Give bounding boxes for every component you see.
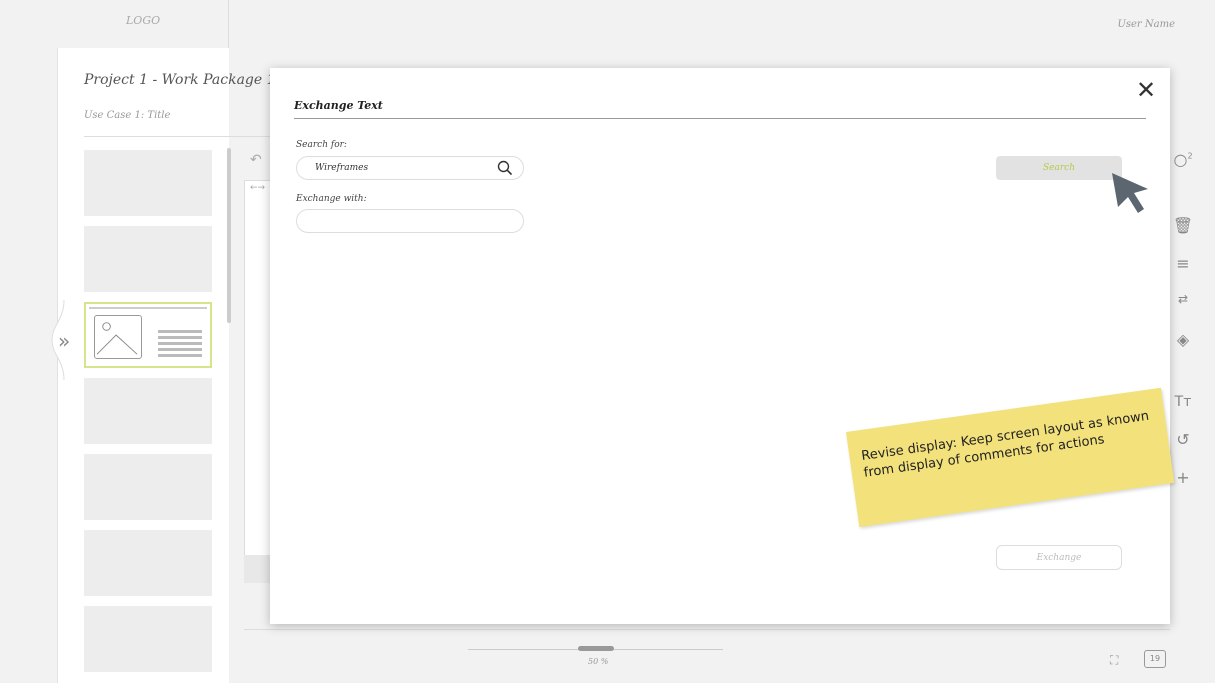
slide-count-icon[interactable]: 19 <box>1144 650 1166 668</box>
slide-thumbnail[interactable] <box>84 606 212 672</box>
slide-thumbnail[interactable] <box>84 226 212 292</box>
paint-bucket-icon[interactable]: ◈ <box>1172 330 1194 349</box>
search-icon[interactable] <box>497 160 513 176</box>
search-for-label: Search for: <box>296 140 347 150</box>
exchange-button[interactable]: Exchange <box>996 545 1122 570</box>
slide-thumbnail[interactable] <box>84 530 212 596</box>
trash-icon[interactable]: 🗑 <box>1172 216 1194 235</box>
text-size-icon[interactable]: Tт <box>1172 394 1194 410</box>
divider <box>84 136 284 137</box>
top-bar: LOGO User Name <box>0 0 1215 683</box>
image-placeholder-icon <box>94 315 142 359</box>
project-title: Project 1 - Work Package 1 <box>84 72 276 88</box>
exchange-input[interactable] <box>296 209 524 233</box>
search-button[interactable]: Search <box>996 156 1122 180</box>
numbered-list-icon[interactable]: ≡ <box>1172 254 1194 273</box>
close-icon[interactable]: ✕ <box>1136 78 1156 102</box>
rail-scrollbar[interactable] <box>227 148 231 323</box>
comment-count: 2 <box>1187 151 1193 161</box>
search-input[interactable]: Wireframes <box>296 156 524 180</box>
comments-icon[interactable]: ○2 <box>1172 150 1194 169</box>
zoom-slider-handle[interactable] <box>578 646 614 651</box>
history-icon[interactable]: ↺ <box>1172 430 1194 449</box>
slide-thumbnails <box>84 150 212 682</box>
slide-thumbnail[interactable] <box>84 378 212 444</box>
slide-thumbnail[interactable] <box>84 150 212 216</box>
exchange-with-label: Exchange with: <box>296 194 367 204</box>
expand-rail-button[interactable]: » <box>58 331 70 351</box>
thumb-text-lines <box>158 330 202 360</box>
thumb-header-line <box>89 307 207 309</box>
use-case-title[interactable]: Use Case 1: Title <box>84 110 170 121</box>
cursor-arrow-icon <box>1112 173 1148 213</box>
fullscreen-icon[interactable]: ⛶ <box>1110 653 1118 668</box>
slide-thumbnail[interactable] <box>84 454 212 520</box>
header-divider <box>228 0 229 48</box>
resize-arrows-icon[interactable]: ←→ <box>250 183 265 193</box>
dialog-title-rule <box>294 118 1146 119</box>
bottom-divider <box>244 629 1170 630</box>
dialog-title: Exchange Text <box>294 99 383 112</box>
swap-icon[interactable]: ⇄ <box>1172 292 1194 306</box>
slide-thumbnail-active[interactable] <box>84 302 212 368</box>
undo-icon[interactable]: ↶ <box>250 152 262 168</box>
user-name[interactable]: User Name <box>1117 19 1175 30</box>
exchange-text-dialog: Exchange Text ✕ Search for: Wireframes E… <box>270 68 1170 624</box>
zoom-level: 50 % <box>588 657 609 666</box>
add-icon[interactable]: + <box>1172 468 1194 487</box>
search-input-value: Wireframes <box>315 163 369 173</box>
logo[interactable]: LOGO <box>126 14 160 27</box>
left-strip <box>0 0 57 683</box>
